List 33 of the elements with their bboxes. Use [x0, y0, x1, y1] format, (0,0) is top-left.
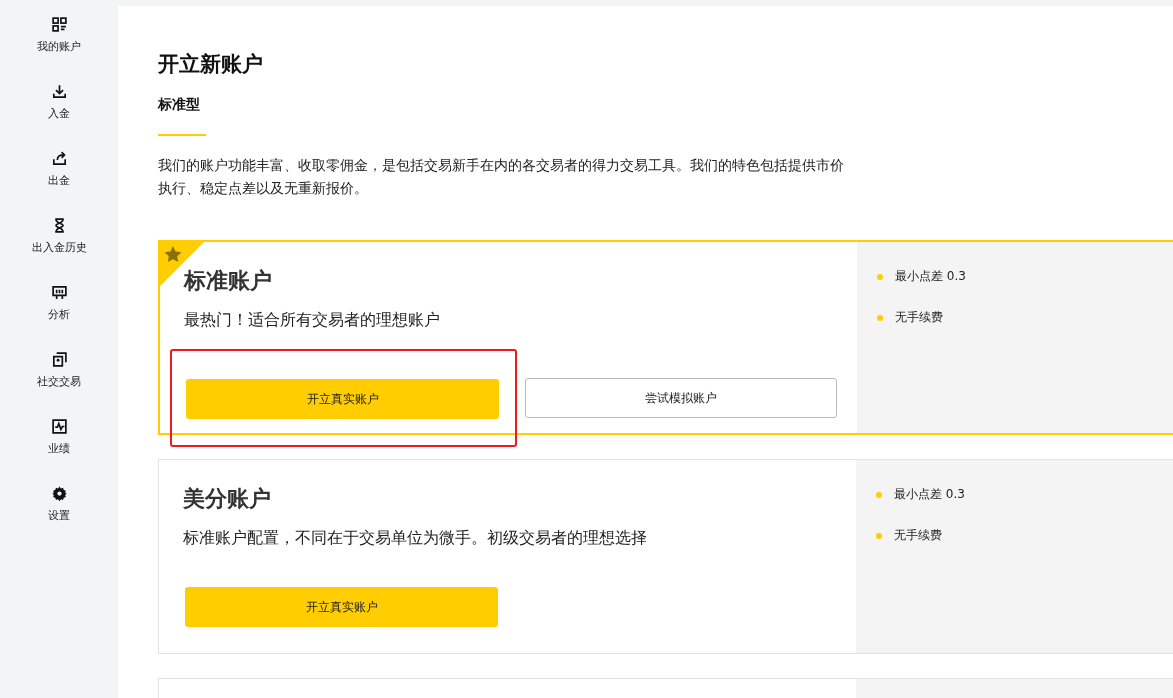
bullet-icon	[877, 273, 883, 280]
sidebar-item[interactable]: 业绩	[48, 418, 70, 485]
feature-text: 最小点差 0.3	[895, 268, 966, 285]
download-icon	[50, 83, 68, 100]
open-real-account-button[interactable]: 开立真实账户	[186, 379, 499, 419]
feature-text: 最小点差 0.3	[894, 486, 965, 503]
sidebar-item[interactable]: 我的账户	[37, 16, 81, 83]
demo-account-button[interactable]: 尝试模拟账户	[525, 378, 837, 418]
copy-icon	[50, 351, 68, 368]
feature-text: 无手续费	[894, 527, 942, 544]
account-name: 标准账户	[184, 267, 273, 295]
page-title: 开立新账户	[158, 51, 264, 78]
tab[interactable]: 标准型	[158, 96, 206, 136]
bullet-icon	[876, 491, 882, 498]
sidebar-item[interactable]: 分析	[48, 284, 70, 351]
sidebar-item[interactable]: 设置	[48, 485, 70, 552]
feature-text: 无手续费	[895, 309, 943, 326]
sidebar-item[interactable]: 出入金历史	[31, 217, 87, 284]
settings-icon	[50, 485, 68, 502]
account-description: 最热门！适合所有交易者的理想账户	[184, 310, 441, 331]
sidebar-item[interactable]: 出金	[48, 150, 70, 217]
sidebar-item[interactable]: 入金	[48, 83, 70, 150]
presentation-icon	[50, 284, 68, 301]
sidebar-item[interactable]: 社交交易	[37, 351, 81, 418]
account-name: 美分账户	[183, 485, 272, 513]
bullet-icon	[877, 314, 883, 321]
upload-icon	[50, 150, 68, 167]
grid-icon	[50, 16, 68, 33]
account-description: 标准账户配置，不同在于交易单位为微手。初级交易者的理想选择	[183, 528, 648, 549]
description: 我们的账户功能丰富、收取零佣金，是包括交易新手在内的各交易者的得力交易工具。我们的特色包括提供市价执行、稳定点差以及无重新报价。	[158, 156, 845, 198]
bullet-icon	[876, 532, 882, 539]
chart-icon	[50, 418, 68, 435]
open-real-account-button[interactable]: 开立真实账户	[185, 587, 498, 627]
